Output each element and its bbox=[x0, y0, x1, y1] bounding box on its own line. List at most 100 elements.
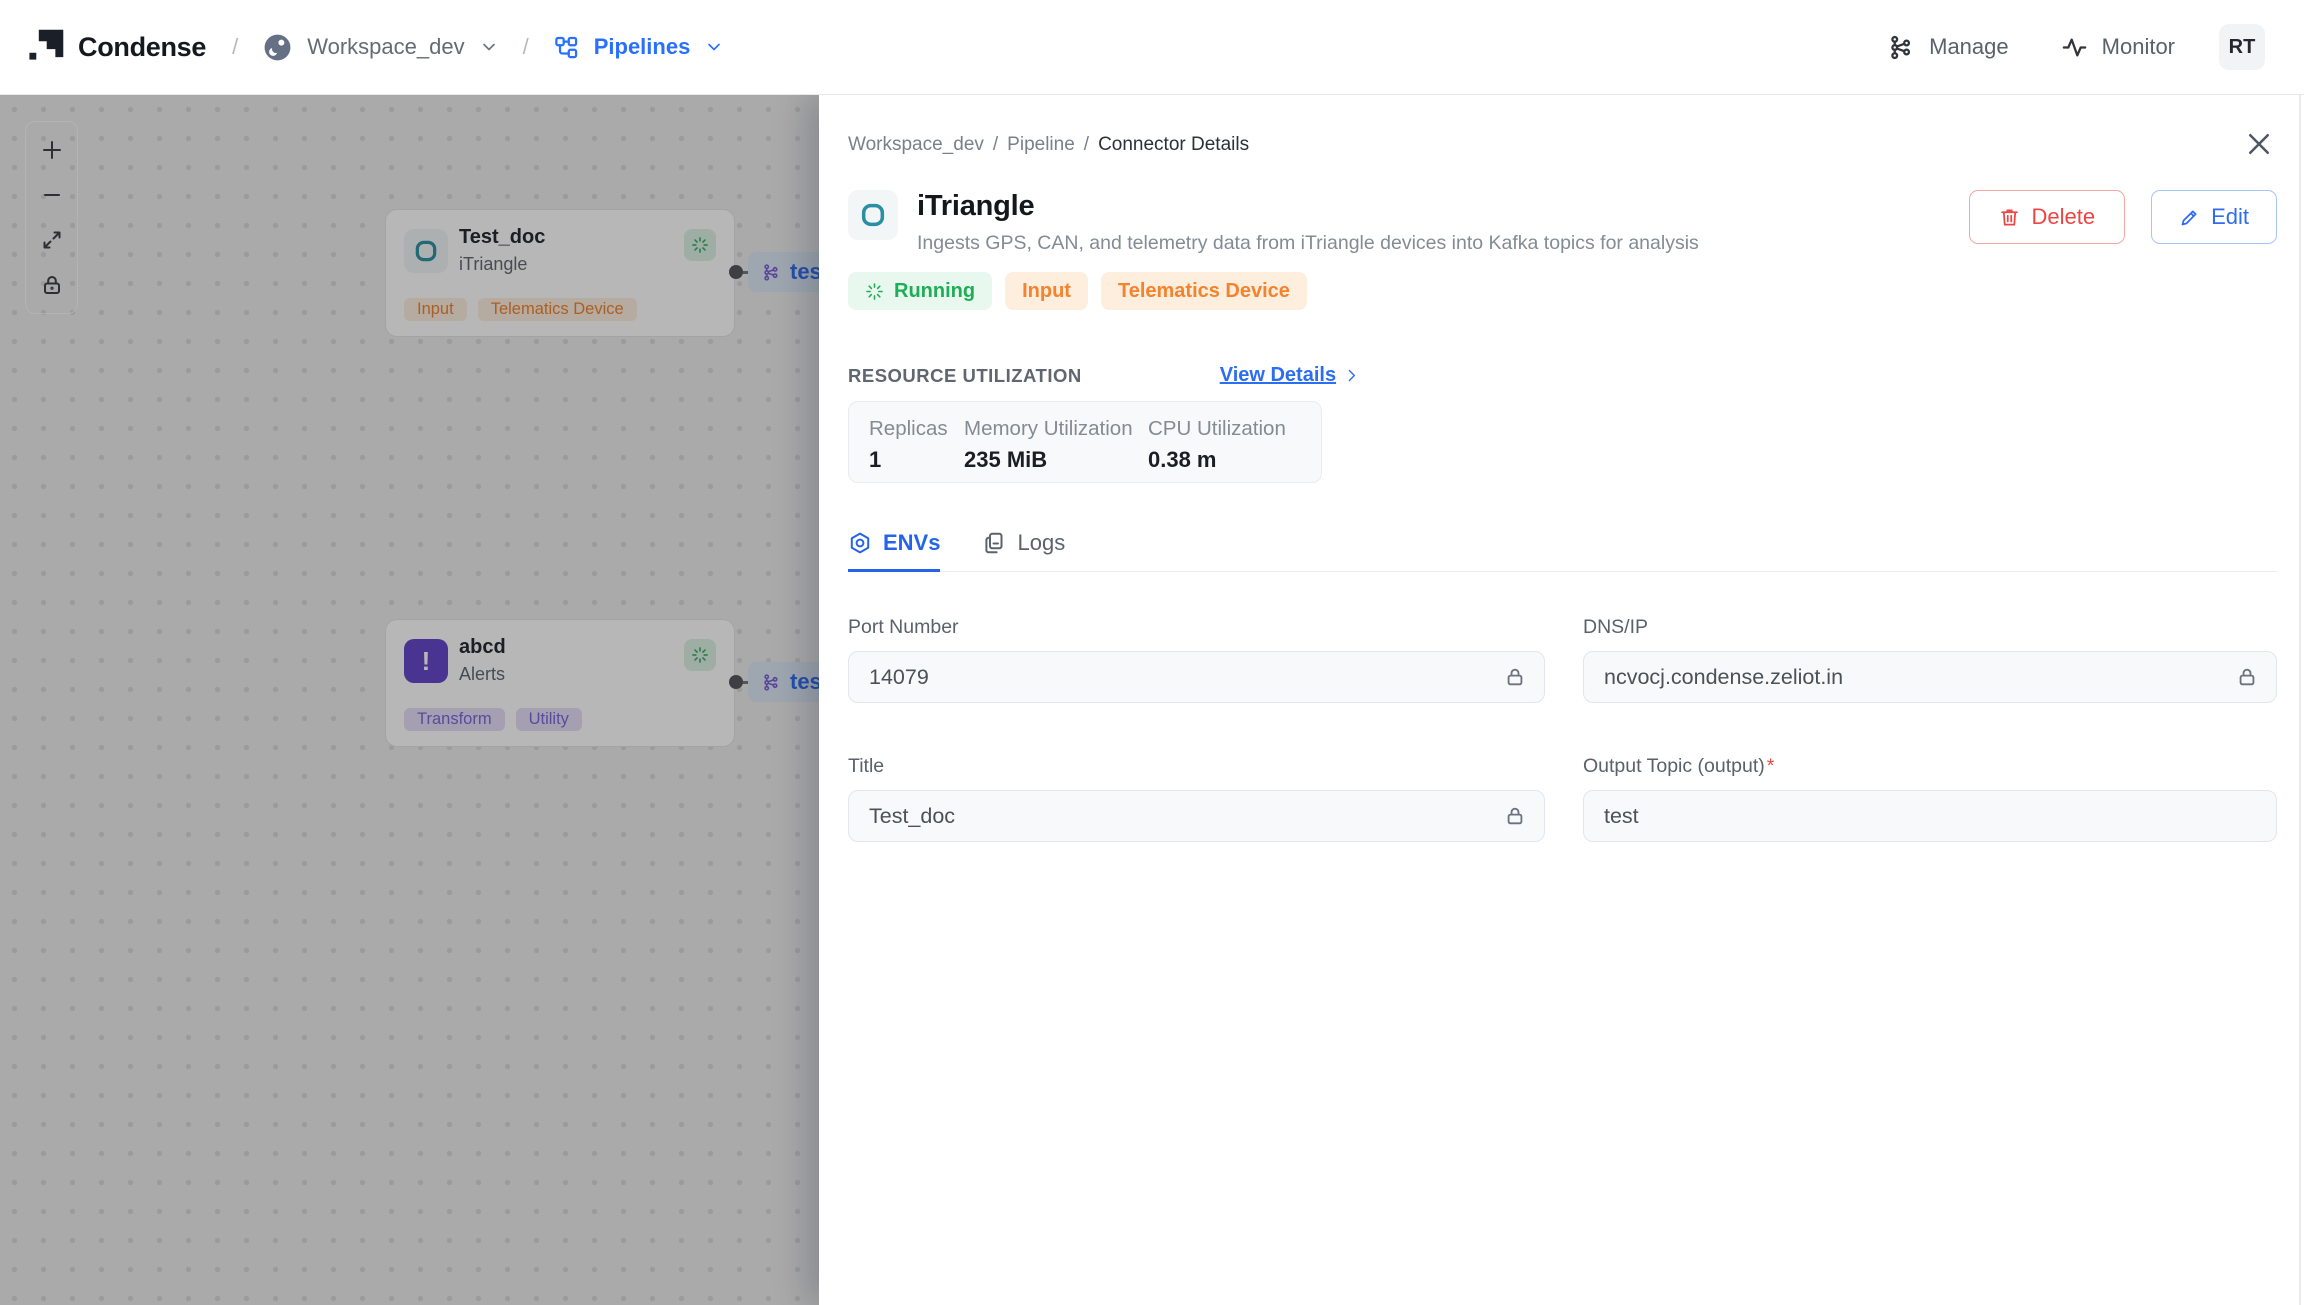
breadcrumb-separator: / bbox=[522, 34, 529, 59]
resource-metrics-card: Replicas 1 Memory Utilization 235 MiB CP… bbox=[848, 401, 1322, 483]
manage-kafka-icon bbox=[1891, 35, 1911, 59]
condense-logo-icon bbox=[29, 29, 64, 60]
breadcrumb-separator: / bbox=[232, 34, 239, 59]
view-details-label: View Details bbox=[1219, 364, 1337, 386]
fit-view-button[interactable] bbox=[35, 223, 69, 257]
lock-icon bbox=[1507, 668, 1523, 686]
trash-icon bbox=[2001, 208, 2019, 226]
metric-label: Memory Utilization bbox=[964, 417, 1133, 440]
user-avatar[interactable]: RT bbox=[2219, 24, 2265, 70]
running-label: Running bbox=[894, 279, 976, 302]
brand-name: Condense bbox=[78, 31, 207, 62]
breadcrumb-workspace[interactable]: Workspace_dev bbox=[848, 134, 984, 156]
field-title: Title Test_doc bbox=[848, 755, 1545, 842]
tab-label: ENVs bbox=[883, 530, 941, 555]
kafka-topic-icon bbox=[764, 673, 778, 691]
field-value: Test_doc bbox=[869, 803, 956, 828]
tab-label: Logs bbox=[1017, 530, 1066, 555]
kafka-topic-icon bbox=[764, 263, 778, 281]
status-badge-row: Running Input Telematics Device bbox=[848, 272, 2277, 310]
panel-breadcrumb: Workspace_dev / Pipeline / Connector Det… bbox=[848, 134, 2277, 156]
close-icon bbox=[2249, 134, 2269, 154]
breadcrumb-separator: / bbox=[1083, 134, 1090, 155]
port-number-input[interactable]: 14079 bbox=[848, 651, 1545, 703]
topic-chip-label: test bbox=[790, 259, 819, 284]
output-handle[interactable] bbox=[729, 675, 743, 689]
workspace-icon bbox=[264, 34, 291, 60]
lock-canvas-button[interactable] bbox=[35, 268, 69, 302]
breadcrumb-current: Connector Details bbox=[1098, 134, 1250, 155]
required-asterisk: * bbox=[1766, 755, 1775, 777]
pipelines-switcher[interactable]: Pipelines bbox=[553, 34, 725, 61]
canvas-controls bbox=[25, 121, 78, 314]
workspace-switcher[interactable]: Workspace_dev bbox=[262, 32, 498, 63]
pipelines-label: Pipelines bbox=[593, 34, 691, 59]
zoom-in-button[interactable] bbox=[35, 133, 69, 167]
chevron-down-icon bbox=[708, 43, 721, 51]
field-value: 14079 bbox=[869, 664, 929, 689]
field-value: ncvocj.condense.zeliot.in bbox=[1604, 664, 1844, 689]
output-topic-input[interactable]: test bbox=[1583, 790, 2277, 842]
breadcrumb-pipeline[interactable]: Pipeline bbox=[1007, 134, 1075, 156]
topic-chip-test[interactable]: test bbox=[748, 662, 819, 702]
field-dns-ip: DNS/IP ncvocj.condense.zeliot.in bbox=[1583, 616, 2277, 703]
node-title: abcd bbox=[459, 636, 506, 658]
field-port-number: Port Number 14079 bbox=[848, 616, 1545, 703]
view-details-link[interactable]: View Details bbox=[1220, 364, 1360, 387]
running-spinner-icon bbox=[684, 639, 716, 671]
metric-value: 0.38 m bbox=[1148, 447, 1217, 472]
hexagon-env-icon bbox=[850, 532, 870, 554]
resource-utilization-row: RESOURCE UTILIZATION View Details bbox=[848, 364, 2277, 387]
category-badge: Telematics Device bbox=[1100, 272, 1307, 310]
metric-value: 1 bbox=[869, 447, 882, 472]
panel-header: iTriangle Ingests GPS, CAN, and telemetr… bbox=[848, 190, 2277, 255]
title-input[interactable]: Test_doc bbox=[848, 790, 1545, 842]
node-subtitle: Alerts bbox=[459, 664, 506, 684]
logs-document-icon bbox=[985, 532, 1003, 554]
type-badge: Input bbox=[1005, 272, 1088, 310]
manage-button[interactable]: Manage bbox=[1888, 34, 2009, 61]
status-badge-running: Running bbox=[848, 272, 993, 310]
pipeline-node-abcd[interactable]: ! abcd Alerts Transform Utility bbox=[385, 619, 735, 747]
field-value: test bbox=[1604, 803, 1639, 828]
node-subtitle: iTriangle bbox=[459, 254, 528, 274]
field-label: Output Topic (output) * bbox=[1583, 755, 1775, 777]
lock-icon bbox=[2239, 668, 2255, 686]
pipelines-icon bbox=[554, 36, 577, 58]
pipeline-canvas[interactable]: Test_doc iTriangle Input Telematics Devi… bbox=[0, 95, 819, 1305]
panel-tabs: ENVs Logs bbox=[848, 530, 2277, 572]
tab-logs[interactable]: Logs bbox=[982, 530, 1065, 572]
metric-memory: Memory Utilization 235 MiB bbox=[964, 417, 1148, 482]
breadcrumb-separator: / bbox=[992, 134, 999, 155]
running-spinner-icon bbox=[684, 229, 716, 261]
dns-ip-input[interactable]: ncvocj.condense.zeliot.in bbox=[1583, 651, 2277, 703]
output-handle[interactable] bbox=[729, 265, 743, 279]
top-navbar: Condense / Workspace_dev / Pipelines Man… bbox=[0, 0, 2304, 95]
connector-description: Ingests GPS, CAN, and telemetry data fro… bbox=[917, 232, 1699, 254]
chevron-right-icon bbox=[1348, 369, 1356, 382]
topic-chip-test[interactable]: test bbox=[748, 252, 819, 292]
pipeline-node-test-doc[interactable]: Test_doc iTriangle Input Telematics Devi… bbox=[385, 209, 735, 337]
node-badge: Utility bbox=[515, 708, 582, 731]
tab-envs[interactable]: ENVs bbox=[848, 530, 941, 572]
field-label: Port Number bbox=[848, 616, 959, 638]
node-badge: Transform bbox=[404, 708, 505, 731]
delete-button[interactable]: Delete bbox=[1969, 190, 2126, 244]
connector-type-icon bbox=[848, 190, 898, 240]
node-title: Test_doc bbox=[459, 226, 546, 248]
pencil-icon bbox=[2181, 210, 2197, 225]
close-panel-button[interactable] bbox=[2244, 129, 2274, 159]
edit-button[interactable]: Edit bbox=[2151, 190, 2277, 244]
node-badge: Input bbox=[404, 298, 467, 321]
exclamation-glyph: ! bbox=[421, 645, 431, 676]
env-form: Port Number 14079 DNS/IP ncvocj.condense… bbox=[848, 616, 2277, 842]
zoom-out-button[interactable] bbox=[35, 178, 69, 212]
field-label: DNS/IP bbox=[1583, 616, 1649, 638]
navbar-right: Manage Monitor RT bbox=[1836, 24, 2265, 70]
monitor-button[interactable]: Monitor bbox=[2061, 34, 2175, 61]
itriangle-connector-icon bbox=[404, 229, 448, 273]
metric-replicas: Replicas 1 bbox=[869, 417, 964, 482]
alerts-connector-icon: ! bbox=[404, 639, 448, 683]
metric-label: Replicas bbox=[869, 417, 948, 440]
node-badge: Telematics Device bbox=[477, 298, 637, 321]
